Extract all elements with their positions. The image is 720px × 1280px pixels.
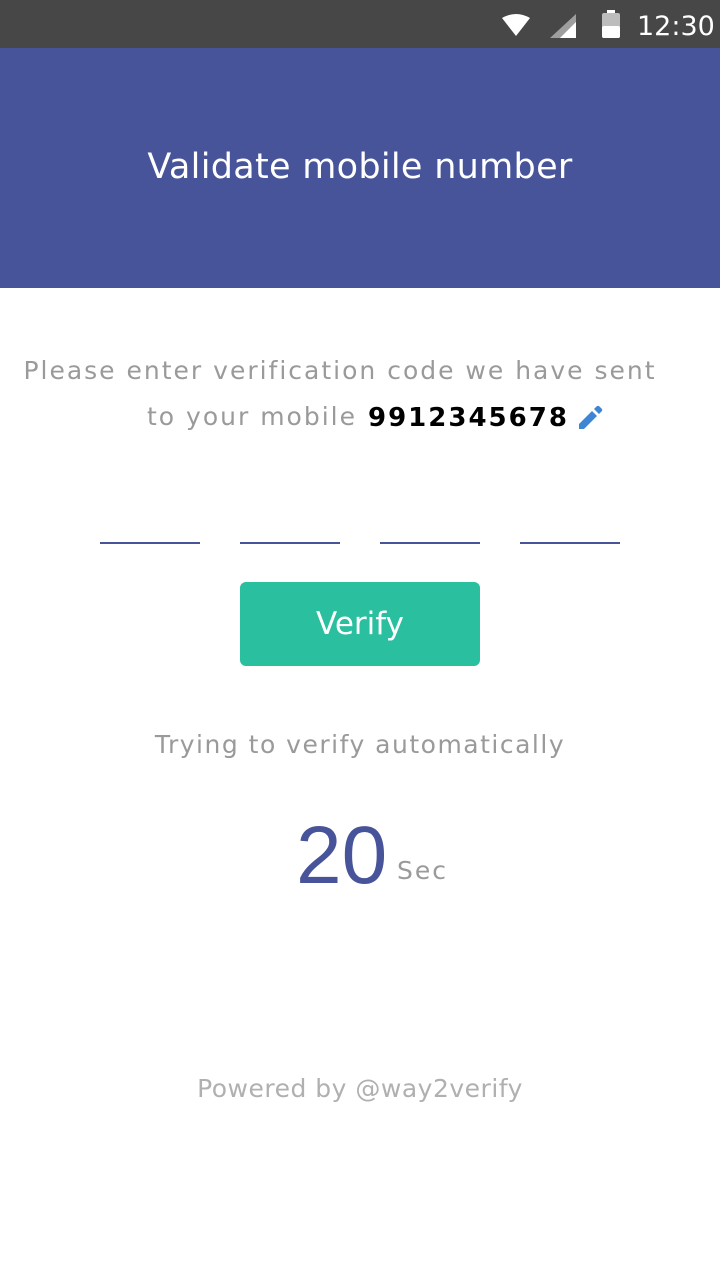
pencil-icon[interactable] — [576, 404, 604, 432]
otp-digit-1-input[interactable] — [100, 500, 200, 544]
app-header: Validate mobile number — [0, 48, 720, 288]
wifi-icon — [502, 14, 530, 41]
otp-digit-3-input[interactable] — [380, 500, 480, 544]
status-time: 12:30 — [637, 11, 715, 42]
otp-digit-4-input[interactable] — [520, 500, 620, 544]
countdown-value: 20 — [296, 810, 388, 901]
powered-by-footer: Powered by @way2verify — [197, 1074, 523, 1103]
verify-button[interactable]: Verify — [240, 582, 480, 666]
signal-icon — [550, 14, 576, 43]
status-bar: 12:30 — [0, 0, 720, 48]
countdown-unit: Sec — [397, 856, 448, 885]
page-title: Validate mobile number — [147, 147, 573, 187]
auto-verify-text: Trying to verify automatically — [154, 730, 566, 759]
phone-number: 9912345678 — [368, 403, 569, 433]
battery-icon — [602, 10, 620, 43]
instruction-mobile-label: to your mobile — [147, 402, 357, 431]
instruction-text: Please enter verification code we have s… — [23, 356, 657, 385]
otp-digit-2-input[interactable] — [240, 500, 340, 544]
